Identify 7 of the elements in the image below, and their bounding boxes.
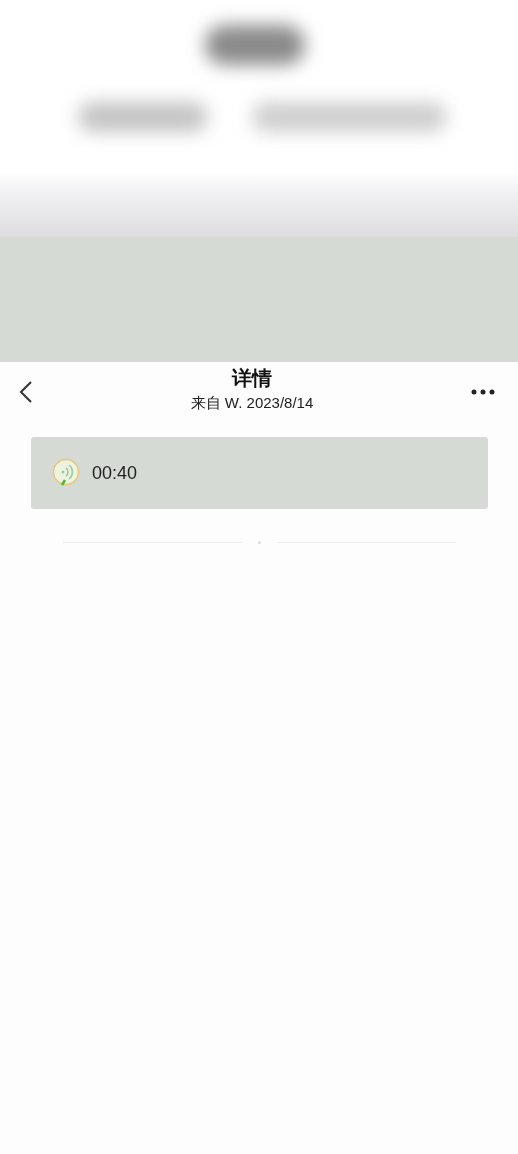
- voice-message[interactable]: 00:40: [31, 437, 488, 509]
- page-subtitle: 来自 W. 2023/8/14: [190, 394, 314, 413]
- page-title: 详情: [232, 366, 272, 391]
- back-icon[interactable]: [19, 380, 33, 404]
- voice-icon: [52, 458, 80, 488]
- more-icon[interactable]: [471, 389, 495, 395]
- voice-duration: 00:40: [92, 462, 138, 484]
